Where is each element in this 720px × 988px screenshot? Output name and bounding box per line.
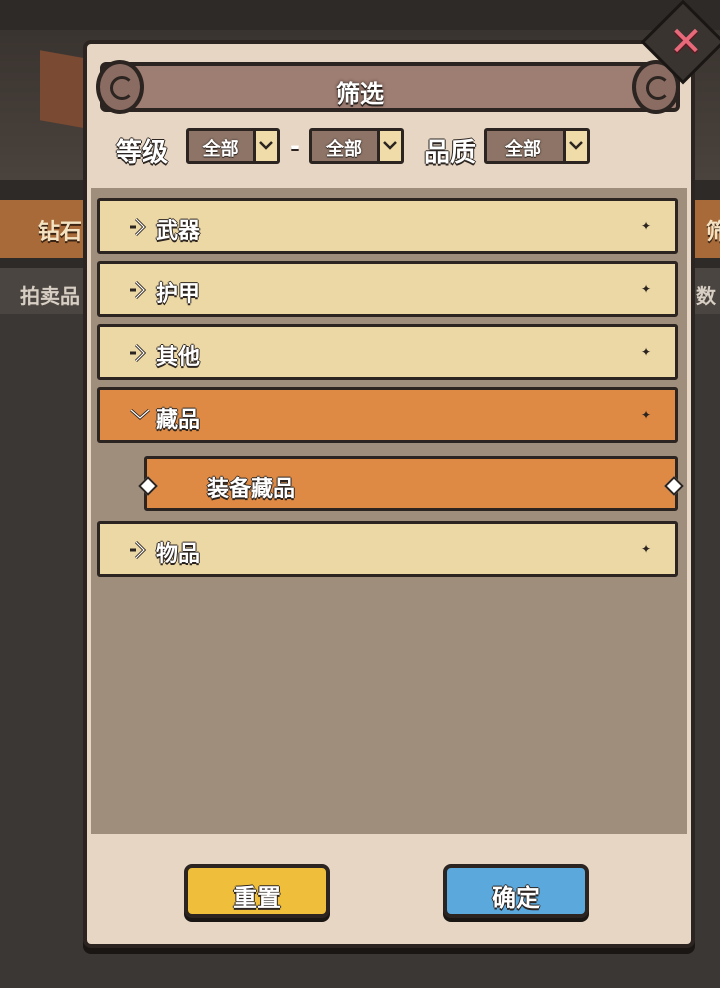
background-tab-filter: 筛 — [706, 220, 720, 245]
quality-dropdown[interactable]: 全部 — [484, 128, 590, 164]
confirm-button[interactable]: 确定 — [443, 864, 589, 918]
category-label: 物品 — [156, 542, 201, 567]
reset-button-label: 重置 — [233, 884, 281, 912]
category-row-items[interactable]: 物品 ✦ — [97, 521, 678, 577]
background-tab-diamond: 钻石 — [38, 220, 83, 245]
category-label: 武器 — [156, 219, 201, 244]
level-min-value: 全部 — [202, 139, 239, 160]
category-label: 藏品 — [156, 408, 201, 433]
chevron-right-icon — [128, 215, 150, 243]
category-row-other[interactable]: 其他 ✦ — [97, 324, 678, 380]
chevron-right-icon — [128, 538, 150, 566]
chevron-down-icon — [128, 404, 152, 430]
confirm-button-label: 确定 — [492, 884, 540, 912]
sparkle-icon: ✦ — [640, 282, 651, 296]
category-label: 其他 — [156, 345, 201, 370]
level-max-value: 全部 — [326, 139, 363, 160]
category-row-armor[interactable]: 护甲 ✦ — [97, 261, 678, 317]
sparkle-icon: ✦ — [640, 542, 651, 556]
category-label: 护甲 — [156, 282, 201, 307]
close-x-icon[interactable]: ✕ — [662, 18, 710, 66]
chevron-down-icon — [563, 131, 587, 161]
subcategory-row-equipment-collectibles[interactable]: 装备藏品 — [138, 456, 684, 511]
chevron-down-icon — [253, 131, 277, 161]
quality-value: 全部 — [505, 139, 541, 160]
level-min-dropdown[interactable]: 全部 — [186, 128, 280, 164]
level-max-dropdown[interactable]: 全部 — [309, 128, 404, 164]
sparkle-icon: ✦ — [640, 408, 651, 422]
dialog-title: 筛选 — [336, 80, 384, 108]
background-column-item: 拍卖品 — [20, 284, 80, 308]
level-label: 等级 — [116, 138, 169, 168]
category-row-weapons[interactable]: 武器 ✦ — [97, 198, 678, 254]
subcategory-label: 装备藏品 — [207, 477, 296, 502]
category-row-collectibles[interactable]: 藏品 ✦ — [97, 387, 678, 443]
chevron-right-icon — [128, 341, 150, 369]
reset-button[interactable]: 重置 — [184, 864, 330, 918]
chevron-down-icon — [377, 131, 401, 161]
sparkle-icon: ✦ — [640, 219, 651, 233]
quality-label: 品质 — [424, 138, 477, 168]
sparkle-icon: ✦ — [640, 345, 651, 359]
level-range-separator: - — [290, 132, 300, 160]
chevron-right-icon — [128, 278, 150, 306]
